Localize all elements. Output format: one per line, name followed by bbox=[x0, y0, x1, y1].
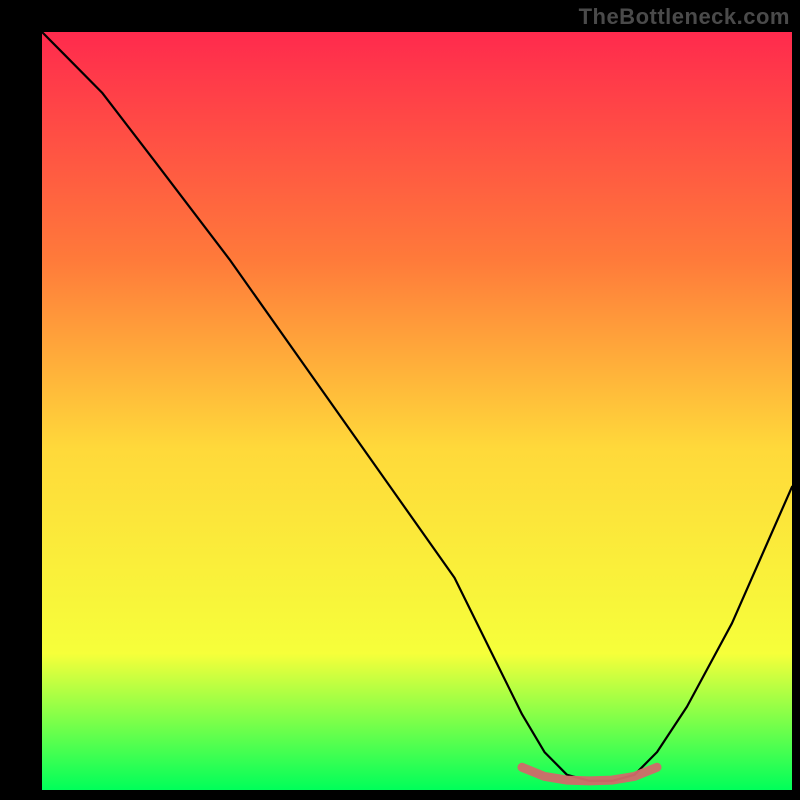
watermark-text: TheBottleneck.com bbox=[579, 4, 790, 30]
plot-background bbox=[42, 32, 792, 790]
chart-frame: TheBottleneck.com bbox=[0, 0, 800, 800]
chart-svg bbox=[0, 0, 800, 800]
